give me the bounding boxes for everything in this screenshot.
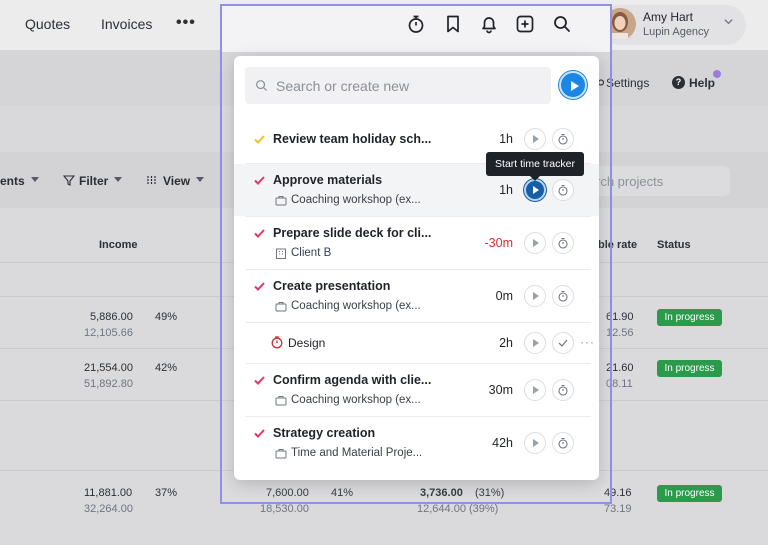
stopwatch-icon [558,384,568,396]
task-duration: 30m [488,383,513,397]
task-title: Create presentation [273,279,391,293]
tooltip: Start time tracker [486,152,584,181]
task-title: Approve materials [273,173,383,187]
search-icon [256,80,268,92]
table-cell: 49% [155,311,178,323]
complete-button[interactable] [552,332,574,354]
play-button[interactable] [524,232,546,254]
task-title: Review team holiday sch... [273,132,432,146]
filter-button[interactable]: Filter [79,174,108,188]
checkmark-icon [254,135,265,144]
view-button[interactable]: View [163,174,190,188]
table-cell: 12,105.66 [84,327,133,339]
briefcase-icon [275,449,287,459]
caret-down-icon [196,177,204,182]
stopwatch-button[interactable] [552,232,574,254]
checkmark-icon [254,376,265,385]
briefcase-icon [275,196,287,206]
task-title: Design [288,336,326,350]
start-time-tracker-button[interactable] [524,179,546,201]
play-button[interactable] [524,128,546,150]
stopwatch-button[interactable] [552,379,574,401]
stopwatch-button[interactable] [552,432,574,454]
task-duration: 42h [492,436,513,450]
clients-dropdown[interactable]: ents [0,174,25,188]
task-duration: -30m [484,236,513,250]
notification-dot [713,70,721,78]
search-icon[interactable] [552,14,572,34]
add-square-icon[interactable] [515,14,535,34]
view-columns-icon [147,176,156,185]
briefcase-icon [275,302,287,312]
stopwatch-icon [558,437,568,449]
stopwatch-button[interactable] [552,179,574,201]
stopwatch-icon[interactable] [406,14,426,34]
checkmark-icon [558,339,568,347]
status-badge: In progress [657,485,722,502]
filter-icon [63,175,75,186]
play-button[interactable] [524,332,546,354]
table-cell: 51,892.80 [84,378,133,390]
column-header-status[interactable]: Status [657,239,691,251]
checkmark-icon [254,282,265,291]
table-cell: 5,886.00 [90,311,133,323]
nav-quotes[interactable]: Quotes [25,16,70,32]
table-cell: 37% [155,487,178,499]
task-duration: 0m [495,289,513,303]
task-duration: 1h [499,132,513,146]
column-header-income[interactable]: Income [99,239,138,251]
tracker-search-input[interactable] [276,77,536,95]
task-duration: 2h [499,336,513,350]
stopwatch-icon [558,133,568,145]
briefcase-icon [275,396,287,406]
task-project: Coaching workshop (ex... [291,194,421,206]
table-cell: 73.19 [604,503,632,515]
nav-invoices[interactable]: Invoices [101,16,152,32]
user-name: Amy Hart [643,10,694,24]
status-badge: In progress [657,309,722,326]
play-button[interactable] [524,432,546,454]
caret-down-icon [31,177,39,182]
checkmark-icon [254,176,265,185]
checkmark-icon [254,229,265,238]
checkmark-icon [254,429,265,438]
task-project: Coaching workshop (ex... [291,394,421,406]
stopwatch-icon [558,290,568,302]
user-organization: Lupin Agency [643,26,710,38]
table-cell: 32,264.00 [84,503,133,515]
start-tracker-button[interactable] [559,71,587,99]
play-button[interactable] [524,379,546,401]
table-cell: 11,881.00 [84,487,133,499]
stopwatch-button[interactable] [552,128,574,150]
task-project: Coaching workshop (ex... [291,300,421,312]
task-title: Confirm agenda with clie... [273,373,432,387]
table-cell: 42% [155,362,178,374]
task-title: Strategy creation [273,426,376,440]
settings-link[interactable]: Settings [606,76,649,90]
task-project: Time and Material Proje... [291,447,423,459]
status-badge: In progress [657,360,722,377]
building-icon [276,248,286,259]
table-cell: 12,644.00 (39%) [417,503,499,515]
nav-more-icon[interactable]: ••• [176,14,196,32]
stopwatch-icon [558,237,568,249]
task-project: Client B [291,247,332,259]
bookmark-icon[interactable] [443,14,463,34]
stopwatch-icon [558,184,568,196]
bell-icon[interactable] [479,14,499,34]
chevron-down-icon[interactable] [724,17,733,26]
task-title: Prepare slide deck for cli... [273,226,432,240]
table-cell: 21,554.00 [84,362,133,374]
table-cell: 18,530.00 [260,503,309,515]
more-options-icon[interactable]: ··· [580,335,595,349]
help-link[interactable]: Help [689,76,715,90]
task-duration: 1h [499,183,513,197]
stopwatch-red-icon [271,336,283,349]
stopwatch-button[interactable] [552,285,574,307]
caret-down-icon [114,177,122,182]
play-button[interactable] [524,285,546,307]
help-icon: ? [672,76,685,89]
